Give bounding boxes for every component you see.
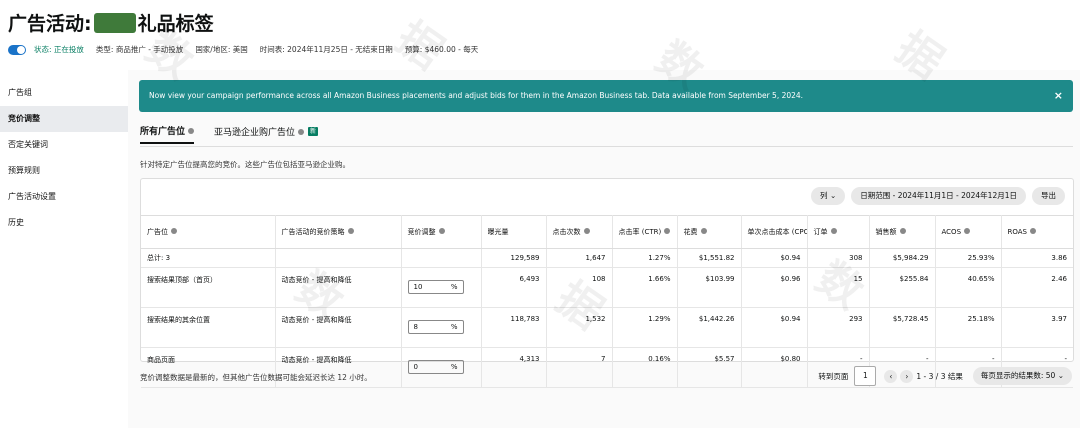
column-header[interactable]: 点击率 (CTR): [612, 215, 678, 249]
table-toolbar: 列 ⌄ 日期范围 - 2024年11月1日 - 2024年12月1日 导出: [805, 187, 1065, 205]
pagination: 转到页面 1 ‹ › 1 - 3 / 3 结果 每页显示的结果数: 50 ⌄: [818, 366, 1072, 386]
campaign-meta: 状态: 正在投放 类型: 商品推广 - 手动投放 国家/地区: 美国 时间表: …: [8, 44, 490, 55]
table-row: 搜索结果顶部（首页） 动态竞价 - 提高和降低 10% 6,493 108 1.…: [141, 267, 1073, 308]
info-icon: [899, 228, 906, 234]
date-range-button[interactable]: 日期范围 - 2024年11月1日 - 2024年12月1日: [851, 187, 1026, 205]
schedule-text: 时间表: 2024年11月25日 - 无结束日期: [259, 45, 393, 54]
tab-amazon-business[interactable]: 亚马逊企业购广告位 新: [214, 124, 319, 144]
tab-description: 针对特定广告位提高您的竞价。这些广告位包括亚马逊企业购。: [140, 160, 350, 169]
banner-text: Now view your campaign performance acros…: [149, 91, 804, 100]
column-header[interactable]: 曝光量: [481, 215, 547, 249]
table-row: 搜索结果的其余位置 动态竞价 - 提高和降低 8% 118,783 1,532 …: [141, 307, 1073, 348]
placement-tabs: 所有广告位 亚马逊企业购广告位 新: [140, 124, 338, 144]
sidebar: 广告组 竞价调整 否定关键词 预算规则 广告活动设置 历史: [0, 80, 128, 428]
bid-adjustment-input[interactable]: 0%: [407, 360, 464, 374]
column-header[interactable]: 订单: [807, 215, 870, 249]
info-icon: [700, 228, 707, 234]
info-icon: [298, 128, 305, 135]
table-header-row: 广告位 广告活动的竞价策略 竞价调整 曝光量 点击次数 点击率 (CTR) 花费…: [141, 215, 1073, 249]
sidebar-item-ad-groups[interactable]: 广告组: [0, 80, 128, 106]
info-icon: [830, 228, 837, 234]
info-icon: [171, 228, 177, 234]
sidebar-item-history[interactable]: 历史: [0, 210, 128, 236]
chevron-down-icon: ⌄: [1057, 371, 1064, 380]
budget-text: 预算: $460.00 - 每天: [404, 45, 479, 54]
total-row: 总计: 3 129,589 1,647 1.27% $1,551.82 $0.9…: [141, 248, 1073, 268]
info-icon: [188, 127, 195, 134]
type-text: 类型: 商品推广 - 手动投放: [95, 45, 184, 54]
info-icon: [1029, 228, 1036, 234]
info-icon: [964, 228, 971, 234]
columns-button[interactable]: 列 ⌄: [811, 187, 846, 205]
results-range: 1 - 3 / 3 结果: [916, 371, 963, 381]
campaign-header: 广告活动: 礼品标签 状态: 正在投放 类型: 商品推广 - 手动投放 国家/地…: [0, 0, 1080, 70]
prev-page-icon[interactable]: ‹: [884, 369, 898, 383]
tab-all-placements[interactable]: 所有广告位: [140, 124, 195, 144]
sidebar-item-bid-adjustments[interactable]: 竞价调整: [0, 106, 128, 132]
status-text: 状态: 正在投放: [34, 45, 84, 54]
bid-adjustment-input[interactable]: 10%: [407, 280, 464, 294]
sidebar-item-campaign-settings[interactable]: 广告活动设置: [0, 184, 128, 210]
main-content: Now view your campaign performance acros…: [128, 70, 1080, 428]
sidebar-item-budget-rules[interactable]: 预算规则: [0, 158, 128, 184]
next-page-icon[interactable]: ›: [900, 369, 914, 383]
info-icon: [583, 228, 590, 234]
info-icon: [347, 228, 354, 234]
export-button[interactable]: 导出: [1032, 187, 1065, 205]
info-icon: [438, 228, 445, 234]
placement-table: 广告位 广告活动的竞价策略 竞价调整 曝光量 点击次数 点击率 (CTR) 花费…: [141, 215, 1073, 388]
new-badge: 新: [308, 127, 319, 136]
column-header[interactable]: 广告活动的竞价策略: [275, 215, 402, 249]
chevron-down-icon: ⌄: [829, 191, 837, 200]
page-number-input[interactable]: 1: [854, 366, 877, 386]
per-page-select[interactable]: 每页显示的结果数: 50 ⌄: [972, 367, 1072, 385]
column-header[interactable]: 竞价调整: [401, 215, 482, 249]
campaign-status-toggle[interactable]: [8, 44, 26, 55]
data-delay-note: 竞价调整数据是最新的，但其他广告位数据可能会延迟长达 12 小时。: [140, 373, 372, 382]
region-text: 国家/地区: 美国: [195, 45, 248, 54]
info-banner: Now view your campaign performance acros…: [139, 80, 1073, 112]
page-title: 广告活动: 礼品标签: [8, 12, 214, 35]
column-header[interactable]: 花费: [677, 215, 742, 249]
goto-page-label: 转到页面: [818, 371, 849, 381]
close-icon[interactable]: ×: [1054, 80, 1063, 112]
column-header[interactable]: 广告位: [141, 215, 276, 249]
redacted-name: [93, 12, 136, 33]
column-header[interactable]: 点击次数: [546, 215, 613, 249]
column-header[interactable]: 销售额: [869, 215, 936, 249]
info-icon: [664, 228, 671, 234]
sidebar-item-negative-keywords[interactable]: 否定关键词: [0, 132, 128, 158]
placement-table-panel: 列 ⌄ 日期范围 - 2024年11月1日 - 2024年12月1日 导出 广告…: [140, 178, 1074, 388]
tab-divider: [140, 146, 1073, 147]
bid-adjustment-input[interactable]: 8%: [407, 320, 464, 334]
column-header[interactable]: ROAS: [1001, 215, 1073, 249]
column-header[interactable]: 单次点击成本 (CPC): [741, 215, 808, 249]
column-header[interactable]: ACOS: [935, 215, 1002, 249]
